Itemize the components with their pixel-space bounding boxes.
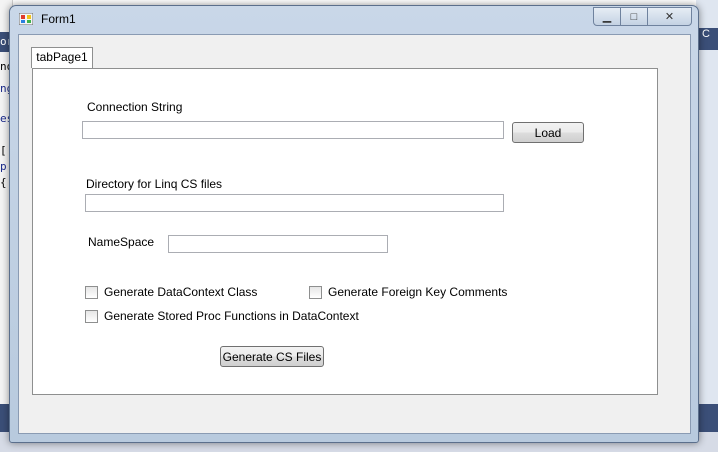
background-fragment: { — [0, 176, 7, 189]
stored-proc-checkbox-label: Generate Stored Proc Functions in DataCo… — [104, 309, 359, 323]
maximize-button[interactable]: □ — [620, 7, 648, 26]
background-fragment: [ — [0, 144, 7, 157]
background-right-panel — [696, 0, 718, 452]
minimize-icon: ▁ — [602, 11, 612, 23]
tab-page-content — [32, 68, 658, 395]
title-bar[interactable]: Form1 ▁ □ ✕ — [10, 6, 698, 32]
checkbox-box[interactable] — [85, 285, 98, 299]
tab-tabpage1[interactable]: tabPage1 — [31, 47, 93, 68]
maximize-icon: □ — [630, 10, 638, 23]
datacontext-checkbox-label: Generate DataContext Class — [104, 285, 258, 299]
namespace-label: NameSpace — [88, 235, 155, 249]
background-fragment: p — [0, 160, 7, 173]
generate-cs-files-button[interactable]: Generate CS Files — [220, 346, 324, 367]
foreign-key-checkbox[interactable]: Generate Foreign Key Comments — [309, 285, 507, 299]
load-button[interactable]: Load — [512, 122, 584, 143]
connection-string-label: Connection String — [87, 100, 183, 114]
background-right-tab: C — [696, 28, 718, 50]
checkbox-box[interactable] — [309, 285, 322, 299]
close-icon: ✕ — [664, 11, 675, 23]
form-app-icon — [19, 13, 33, 25]
directory-label: Directory for Linq CS files — [86, 177, 223, 191]
directory-input[interactable] — [85, 194, 504, 212]
datacontext-checkbox[interactable]: Generate DataContext Class — [85, 285, 257, 299]
minimize-button[interactable]: ▁ — [593, 7, 621, 26]
window-title: Form1 — [41, 12, 76, 26]
foreign-key-checkbox-label: Generate Foreign Key Comments — [328, 285, 508, 299]
checkbox-box[interactable] — [85, 309, 98, 323]
connection-string-input[interactable] — [82, 121, 504, 139]
stored-proc-checkbox[interactable]: Generate Stored Proc Functions in DataCo… — [85, 309, 359, 323]
close-button[interactable]: ✕ — [647, 7, 692, 26]
namespace-input[interactable] — [168, 235, 388, 253]
